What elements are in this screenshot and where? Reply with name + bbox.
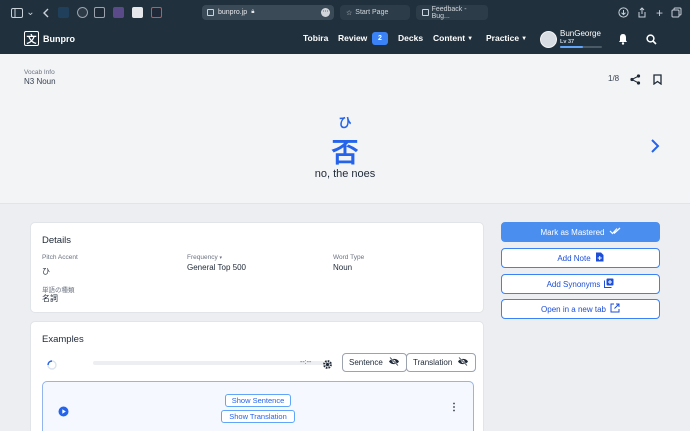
bookmark-favicon[interactable] xyxy=(58,7,69,18)
tab-overview-icon[interactable] xyxy=(670,6,683,19)
translation-toggle[interactable]: Translation xyxy=(406,353,477,372)
nav-review[interactable]: Review xyxy=(338,33,367,43)
star-icon: ☆ xyxy=(346,9,353,17)
tab-feedback[interactable]: Feedback - Bug... xyxy=(416,5,488,20)
new-tab-icon[interactable]: + xyxy=(653,6,666,20)
bookmark-favicon[interactable] xyxy=(94,7,105,18)
bookmark-favicon[interactable] xyxy=(132,7,143,18)
word-type-value: Noun xyxy=(333,263,353,272)
external-link-icon xyxy=(610,303,620,315)
play-icon[interactable] xyxy=(58,404,69,422)
add-synonyms-button[interactable]: Add Synonyms xyxy=(501,274,660,294)
chevron-down-icon[interactable]: ⌄ xyxy=(24,6,37,19)
level-progress-fill xyxy=(560,46,584,48)
button-label: Mark as Mastered xyxy=(540,227,605,237)
pitch-accent-value: ひ xyxy=(42,267,50,276)
nav-label: Practice xyxy=(486,33,520,43)
lock-icon: 🔒︎ xyxy=(251,9,255,15)
brand-logo[interactable]: 文 Bunpro xyxy=(24,31,75,46)
details-card: Details Pitch Accent ひ Frequency ▾ Gener… xyxy=(30,222,484,313)
nav-content[interactable]: Content ▼ xyxy=(433,33,473,43)
user-name[interactable]: BunGeorge xyxy=(560,29,601,38)
mark-mastered-button[interactable]: Mark as Mastered xyxy=(501,222,660,242)
next-arrow-icon[interactable] xyxy=(650,138,660,159)
show-sentence-button[interactable]: Show Sentence xyxy=(225,394,291,407)
audio-time: --:-- xyxy=(300,359,312,366)
button-label: Add Note xyxy=(557,253,591,263)
share-icon[interactable] xyxy=(630,72,641,90)
user-level: Lv 37 xyxy=(560,39,575,45)
example-sentence-box: Show Sentence Show Translation ⋮ xyxy=(42,381,474,431)
nav-tobira[interactable]: Tobira xyxy=(303,33,328,43)
frequency-value: General Top 500 xyxy=(187,263,247,272)
loading-spinner-icon xyxy=(47,357,57,375)
page-icon xyxy=(422,9,429,16)
caret-down-icon: ▼ xyxy=(467,36,474,42)
share-icon[interactable] xyxy=(635,6,648,19)
browser-toolbar: ⌄ bunpro.jp 🔒︎ ⋯ ☆ Start Page Feedback -… xyxy=(0,0,690,25)
nav-decks[interactable]: Decks xyxy=(398,33,423,43)
vocab-info-panel: Vocab Info N3 Noun 1/8 ひ 否 no, the noes xyxy=(0,54,690,204)
examples-card: Examples --:-- Sentence Translation Show… xyxy=(30,321,484,431)
eye-slash-icon xyxy=(388,356,400,368)
toggle-label: Sentence xyxy=(349,358,383,367)
tab-label: Feedback - Bug... xyxy=(431,5,467,20)
download-icon[interactable] xyxy=(617,6,630,19)
double-check-icon xyxy=(609,227,621,237)
back-icon[interactable] xyxy=(39,6,52,19)
examples-title: Examples xyxy=(42,334,84,345)
word-reading: ひ xyxy=(338,115,352,130)
level-progress-bar xyxy=(560,46,602,48)
eye-slash-icon xyxy=(457,356,469,368)
show-translation-button[interactable]: Show Translation xyxy=(221,410,295,423)
details-title: Details xyxy=(42,235,72,246)
item-counter: 1/8 xyxy=(608,74,620,83)
bookmark-favicon[interactable] xyxy=(151,7,162,18)
section-label: Vocab Info xyxy=(24,69,55,76)
caret-down-icon: ▼ xyxy=(521,36,528,42)
url-text: bunpro.jp xyxy=(218,9,248,16)
kebab-menu-icon[interactable]: ⋮ xyxy=(449,402,459,413)
nav-label: Content xyxy=(433,33,466,43)
word-type-label: Word Type xyxy=(333,254,365,261)
search-icon[interactable] xyxy=(646,32,657,50)
gear-icon[interactable] xyxy=(322,357,333,375)
avatar[interactable] xyxy=(540,31,557,48)
audio-progress-track[interactable] xyxy=(93,361,324,365)
jlpt-level: N3 Noun xyxy=(24,77,56,86)
button-label: Open in a new tab xyxy=(541,304,606,314)
vocab-word: 否 xyxy=(331,138,359,168)
review-count-badge: 2 xyxy=(372,32,388,45)
button-label: Add Synonyms xyxy=(546,279,601,289)
info-icon[interactable]: ▾ xyxy=(220,255,223,261)
address-bar[interactable]: bunpro.jp 🔒︎ ⋯ xyxy=(202,5,334,20)
tab-label: Start Page xyxy=(355,9,389,16)
word-meaning: no, the noes xyxy=(314,168,376,180)
pitch-accent-label: Pitch Accent xyxy=(42,254,78,261)
sidebar-toggle-icon[interactable] xyxy=(10,6,23,19)
jp-word-type-value: 名詞 xyxy=(42,294,58,303)
bookmark-icon[interactable] xyxy=(653,72,662,90)
more-icon[interactable]: ⋯ xyxy=(321,8,330,17)
note-icon xyxy=(595,252,604,264)
add-note-button[interactable]: Add Note xyxy=(501,248,660,268)
frequency-label-text: Frequency xyxy=(187,254,218,261)
bookmark-favicon[interactable] xyxy=(113,7,124,18)
page-icon xyxy=(207,9,214,16)
frequency-label: Frequency ▾ xyxy=(187,254,222,261)
app-header: 文 Bunpro Tobira Review 2 Decks Content ▼ … xyxy=(0,25,690,54)
open-new-tab-button[interactable]: Open in a new tab xyxy=(501,299,660,319)
add-list-icon xyxy=(604,278,614,290)
sentence-toggle[interactable]: Sentence xyxy=(342,353,407,372)
brand-name: Bunpro xyxy=(43,33,75,44)
tab-start-page[interactable]: ☆ Start Page xyxy=(340,5,410,20)
logo-icon: 文 xyxy=(24,31,39,46)
bookmark-favicon[interactable] xyxy=(77,7,88,18)
toggle-label: Translation xyxy=(413,358,453,367)
nav-practice[interactable]: Practice ▼ xyxy=(486,33,527,43)
bell-icon[interactable] xyxy=(618,32,628,50)
